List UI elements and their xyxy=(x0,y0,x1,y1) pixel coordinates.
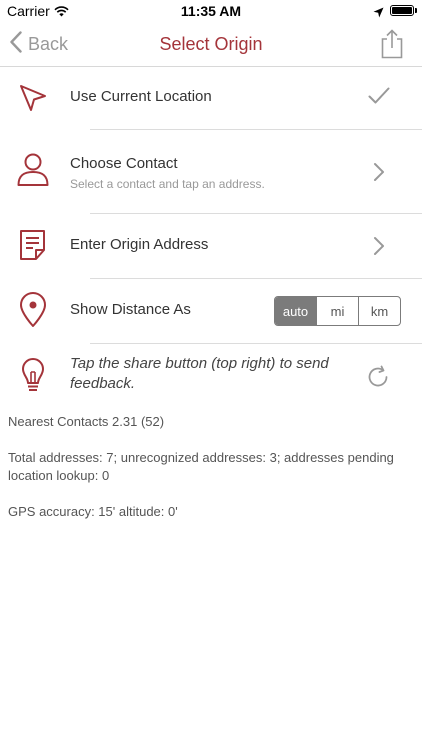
refresh-icon xyxy=(366,365,390,393)
app-version-text: Nearest Contacts 2.31 (52) xyxy=(8,414,165,429)
chevron-right-icon xyxy=(373,236,385,261)
segment-mi[interactable]: mi xyxy=(316,297,358,325)
refresh-button[interactable] xyxy=(366,365,390,394)
row-title: Enter Origin Address xyxy=(70,236,209,253)
battery-icon xyxy=(390,5,414,16)
row-title: Choose Contact xyxy=(70,155,178,172)
row-title: Use Current Location xyxy=(70,88,212,105)
map-pin-icon xyxy=(16,292,50,327)
chevron-right-icon xyxy=(373,162,385,187)
battery-cap xyxy=(415,8,417,13)
segment-auto[interactable]: auto xyxy=(275,297,316,325)
lightbulb-icon xyxy=(16,358,50,392)
document-icon xyxy=(16,228,50,262)
row-enter-origin-address[interactable]: Enter Origin Address xyxy=(0,214,422,278)
distance-unit-segmented-control[interactable]: auto mi km xyxy=(274,296,401,326)
person-icon xyxy=(16,152,50,186)
share-button[interactable] xyxy=(378,29,406,59)
feedback-tip-text: Tap the share button (top right) to send… xyxy=(70,355,329,392)
checkmark-icon xyxy=(368,87,390,110)
row-title: Show Distance As xyxy=(70,301,191,318)
navigation-arrow-icon xyxy=(16,81,50,115)
gps-accuracy-text: GPS accuracy: 15' altitude: 0' xyxy=(8,504,178,519)
row-choose-contact[interactable]: Choose Contact Select a contact and tap … xyxy=(0,130,422,213)
navigation-bar: Back Select Origin xyxy=(0,22,422,67)
share-icon xyxy=(378,29,406,63)
clock: 11:35 AM xyxy=(180,3,242,19)
address-stats-text: Total addresses: 7; unrecognized address… xyxy=(8,450,394,483)
row-use-current-location[interactable]: Use Current Location xyxy=(0,67,422,129)
row-subtitle: Select a contact and tap an address. xyxy=(70,177,265,191)
status-bar: Carrier 11:35 AM xyxy=(0,0,422,22)
location-services-icon xyxy=(373,5,384,23)
segment-km[interactable]: km xyxy=(358,297,400,325)
page-title: Select Origin xyxy=(159,34,263,54)
